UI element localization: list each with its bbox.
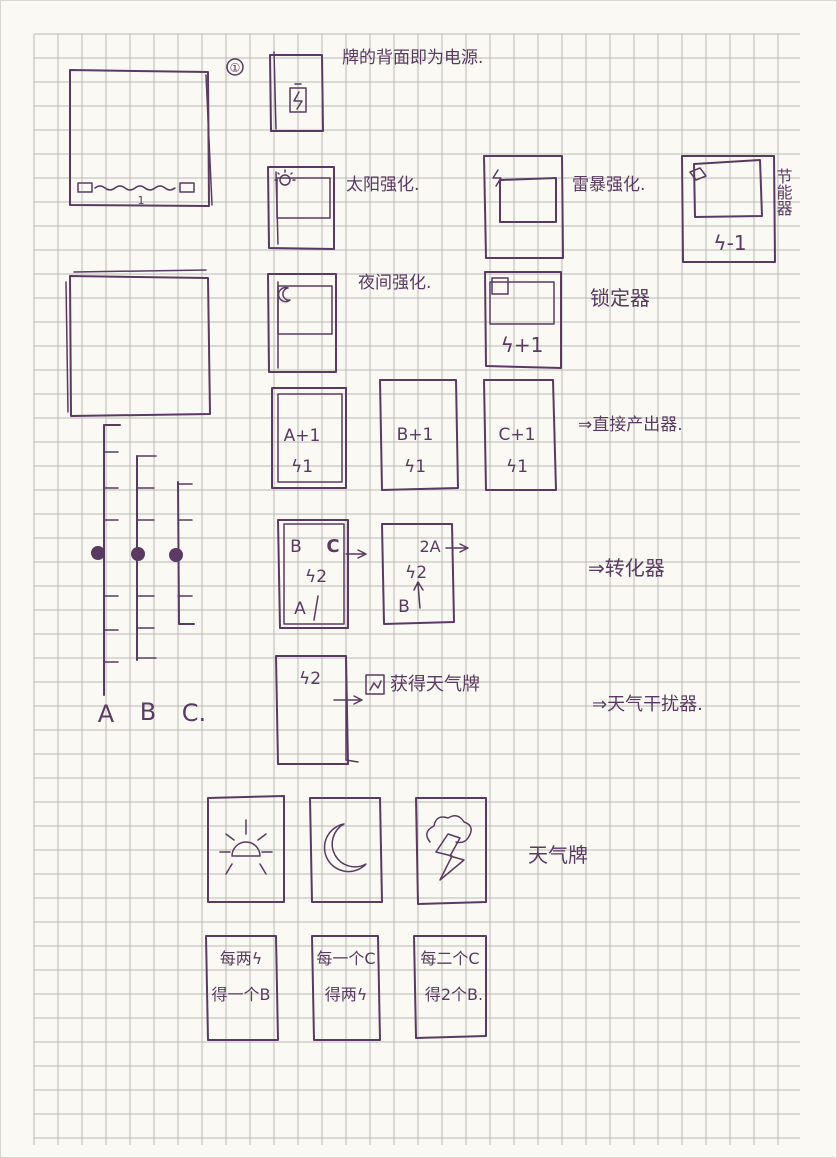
weather-rule-3-line-2: 得2个B. — [425, 985, 483, 1004]
note-night-boost: 夜间强化. — [358, 273, 431, 293]
producer-a-gain: A+1 — [284, 426, 321, 446]
producer-c-gain: C+1 — [499, 425, 536, 445]
weather-card-sun — [207, 795, 285, 903]
card-regulator: ϟ-1 节能器 — [681, 155, 793, 263]
converter-2-input-b: B — [398, 597, 410, 617]
weather-rule-2-line-2: 得两ϟ — [325, 985, 368, 1004]
battery-track-mark: 1 — [138, 194, 145, 207]
note-weather-disruptor: ⇒天气干扰器. — [592, 694, 703, 715]
disruptor-cost: ϟ2 — [299, 669, 321, 689]
gauge-label-b: B — [140, 698, 156, 726]
note-weather-cards: 天气牌 — [528, 843, 588, 867]
note-locker: 锁定器 — [590, 286, 650, 310]
weather-rule-1-line-2: 得一个B — [212, 985, 271, 1004]
converter-2-output: 2A — [419, 537, 440, 556]
weather-rule-2-line-1: 每一个C — [316, 949, 375, 968]
gauge-label-a: A — [98, 700, 115, 728]
card-thunder-boost: 雷暴强化. — [483, 155, 645, 259]
card-solar-boost: 太阳强化. — [267, 166, 419, 250]
producer-b-cost: ϟ1 — [404, 457, 426, 477]
converter-1-output-a: A — [294, 599, 306, 619]
converter-1-cost: ϟ2 — [305, 567, 327, 587]
weather-rule-card-3: 每二个C 得2个B. — [413, 935, 487, 1039]
page-number: ① — [226, 58, 244, 76]
card-producer-a: A+1 ϟ1 — [271, 387, 347, 489]
grid-lines — [33, 33, 800, 1145]
producer-a-cost: ϟ1 — [291, 457, 313, 477]
note-converter: ⇒转化器 — [588, 556, 665, 580]
card-weather-disruptor: ϟ2 获得天气牌 ⇒天气干扰器. — [275, 655, 703, 765]
svg-text:①: ① — [230, 61, 241, 75]
producer-b-gain: B+1 — [397, 425, 434, 445]
grid-drawing: ① 1 A B C. 牌的背面即为电源. 太阳强化. 雷暴强化. ϟ-1 节能器… — [33, 33, 800, 1145]
note-regulator: 节能器 — [774, 168, 793, 216]
note-solar-boost: 太阳强化. — [346, 175, 419, 195]
locker-card-value: ϟ+1 — [501, 333, 544, 357]
producer-c-cost: ϟ1 — [506, 457, 528, 477]
resource-gauge: A B C. — [91, 424, 206, 728]
converter-2-cost: ϟ2 — [405, 563, 427, 583]
weather-rule-1-line-1: 每两ϟ — [220, 949, 263, 968]
weather-rule-3-line-1: 每二个C — [420, 949, 479, 968]
converter-1-input-b: B — [290, 537, 302, 557]
paper-sheet: ① 1 A B C. 牌的背面即为电源. 太阳强化. 雷暴强化. ϟ-1 节能器… — [0, 0, 837, 1158]
regulator-card-value: ϟ-1 — [713, 231, 746, 255]
card-converter-2: 2A ϟ2 B ⇒转化器 — [381, 523, 665, 625]
card-producer-b: B+1 ϟ1 — [379, 379, 459, 491]
weather-rule-card-1: 每两ϟ 得一个B — [205, 935, 279, 1041]
card-locker: ϟ+1 锁定器 — [484, 271, 650, 369]
note-thunder-boost: 雷暴强化. — [572, 175, 645, 195]
board-top: 1 — [69, 69, 213, 207]
note-card-back-power: 牌的背面即为电源. — [342, 48, 483, 68]
card-back-power: 牌的背面即为电源. — [269, 48, 483, 132]
note-direct-producer: ⇒直接产出器. — [578, 415, 683, 435]
note-get-weather-card: 获得天气牌 — [390, 674, 480, 695]
gauge-label-c: C. — [182, 699, 206, 727]
converter-1-input-c: C — [326, 536, 339, 557]
